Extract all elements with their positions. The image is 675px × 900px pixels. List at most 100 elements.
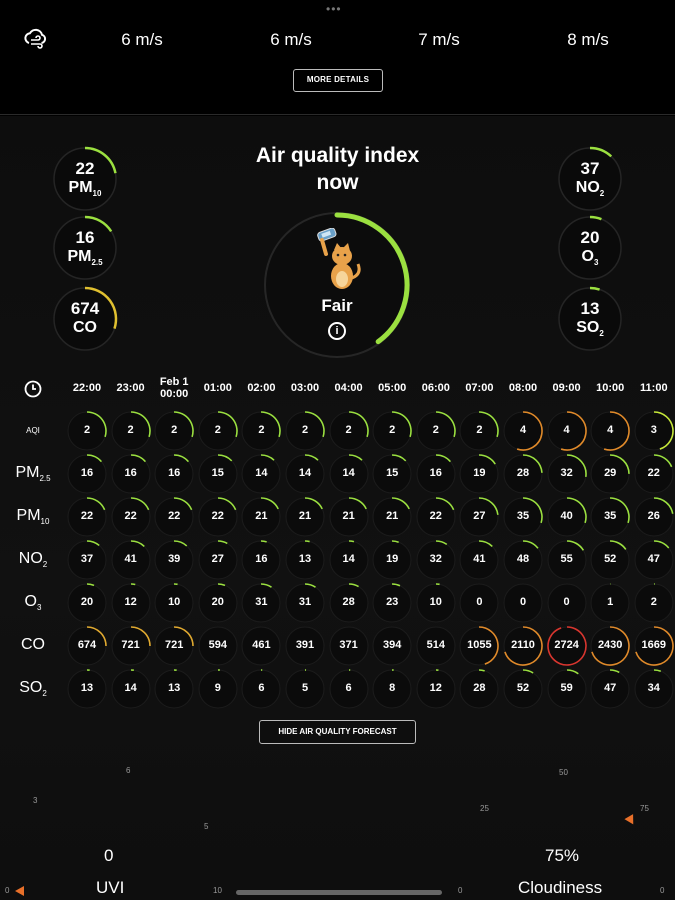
forecast-row-label: PM2.5 (15, 464, 51, 484)
forecast-cell: 39 (154, 540, 194, 580)
forecast-cell: 394 (372, 626, 412, 666)
forecast-row-label: CO (21, 636, 45, 653)
forecast-hour-header: 22:00 (72, 382, 102, 394)
aqi-title-line1: Air quality index (255, 144, 420, 167)
scale-tick: 25 (480, 804, 489, 813)
forecast-cell: 20 (67, 583, 107, 623)
forecast-cell: 721 (111, 626, 151, 666)
hide-forecast-button[interactable]: HIDE AIR QUALITY FORECAST (259, 720, 416, 744)
pollutant-value: 22 (75, 159, 95, 178)
forecast-cell: 0 (547, 583, 587, 623)
forecast-cell: 10 (416, 583, 456, 623)
forecast-row-label: PM10 (16, 507, 50, 527)
forecast-cell-value: 22 (647, 467, 660, 479)
forecast-cell: 2 (372, 411, 412, 451)
forecast-cell: 6 (329, 669, 369, 709)
forecast-cell: 21 (329, 497, 369, 537)
forecast-cell: 47 (634, 540, 674, 580)
cloud-indicator-icon (624, 814, 638, 827)
wind-cloud-icon (24, 28, 47, 49)
cloudiness-label: Cloudiness (518, 878, 603, 897)
forecast-cell: 2 (285, 411, 325, 451)
forecast-cell: 21 (241, 497, 281, 537)
forecast-cell: 28 (503, 454, 543, 494)
drag-handle[interactable]: ••• (326, 2, 342, 16)
forecast-cell: 15 (372, 454, 412, 494)
pollutant-left-1[interactable]: 16 PM2.5 (52, 215, 118, 281)
forecast-cell: 2 (241, 411, 282, 451)
forecast-cell: 5 (285, 669, 325, 709)
forecast-cell-value: 2 (650, 596, 657, 608)
forecast-row-label: SO2 (19, 679, 47, 699)
wind-section: ••• 6 m/s 6 m/s 7 m/s 8 m/s MORE DETAILS (0, 0, 675, 115)
home-indicator[interactable] (236, 890, 442, 895)
forecast-cell: 16 (154, 454, 194, 494)
forecast-cell: 2 (67, 411, 107, 451)
forecast-cell-value: 1669 (641, 639, 667, 651)
aqi-gauge[interactable]: Fair i (262, 210, 412, 360)
scale-tick: 10 (213, 886, 222, 895)
forecast-cell: 2 (198, 411, 238, 451)
forecast-cell: 0 (459, 583, 499, 623)
forecast-cell: 48 (503, 540, 543, 580)
forecast-cell: 14 (329, 540, 369, 580)
forecast-row-label: NO2 (18, 550, 48, 570)
forecast-cell: 2430 (590, 626, 630, 666)
forecast-cell: 22 (198, 497, 238, 537)
forecast-cell: 2 (111, 411, 151, 451)
cat-mascot-icon (317, 228, 361, 289)
info-icon[interactable]: i (328, 322, 346, 340)
aqi-title: Air quality index now (230, 142, 445, 196)
forecast-cell: 9 (198, 669, 238, 709)
forecast-cell: 41 (111, 540, 151, 580)
forecast-hour-header: 23:00 (116, 382, 145, 394)
wind-speed-1: 6 m/s (121, 30, 163, 49)
uvi-label: UVI (96, 878, 125, 897)
wind-row: 6 m/s 6 m/s 7 m/s 8 m/s (0, 28, 675, 52)
forecast-cell: 14 (111, 669, 151, 709)
forecast-cell-arc (479, 669, 486, 672)
forecast-cell: 1 (590, 583, 630, 623)
pollutant-name: O3 (581, 248, 599, 268)
forecast-cell: 19 (372, 540, 412, 580)
pollutant-value: 13 (580, 299, 600, 318)
forecast-cell: 14 (241, 454, 281, 494)
forecast-cell-value: 47 (647, 553, 660, 565)
forecast-cell: 12 (416, 669, 456, 709)
forecast-cell: 13 (154, 669, 194, 709)
pollutant-name: SO2 (576, 319, 604, 339)
forecast-cell: 3 (634, 411, 674, 451)
forecast-cell: 16 (416, 454, 456, 494)
forecast-cell: 26 (634, 497, 674, 537)
forecast-cell: 2 (329, 411, 369, 451)
pollutant-right-0[interactable]: 37 NO2 (557, 146, 623, 212)
forecast-cell-value: 26 (647, 510, 660, 522)
forecast-hour-header: 04:00 (334, 382, 363, 394)
forecast-cell: 6 (241, 669, 281, 709)
forecast-cell: 28 (329, 583, 369, 623)
forecast-cell: 4 (590, 411, 630, 451)
forecast-cell: 52 (590, 540, 630, 580)
forecast-cell: 2 (416, 411, 456, 451)
forecast-hour-header: 02:00 (247, 382, 276, 394)
forecast-cell: 1669 (634, 626, 674, 666)
forecast-cell: 15 (198, 454, 238, 494)
pollutant-right-2[interactable]: 13 SO2 (557, 286, 623, 352)
forecast-cell: 0 (503, 583, 543, 623)
pollutant-name: CO (73, 319, 97, 336)
pollutant-left-0[interactable]: 22 PM10 (52, 146, 118, 212)
scale-tick: 0 (5, 886, 10, 895)
forecast-cell: 32 (416, 540, 456, 580)
forecast-hour-header: 06:00 (421, 382, 450, 394)
forecast-cell-arc (348, 540, 354, 543)
forecast-cell: 674 (67, 626, 107, 666)
pollutant-value: 37 (580, 159, 600, 178)
pollutant-left-2[interactable]: 674 CO (52, 286, 118, 352)
forecast-row-label: AQI (26, 426, 40, 435)
forecast-cell: 8 (372, 669, 412, 709)
forecast-hour-header: 05:00 (378, 382, 407, 394)
more-details-button[interactable]: MORE DETAILS (293, 69, 383, 92)
forecast-cell: 14 (285, 454, 325, 494)
pollutant-right-1[interactable]: 20 O3 (557, 215, 623, 281)
forecast-cell: 40 (547, 497, 587, 537)
